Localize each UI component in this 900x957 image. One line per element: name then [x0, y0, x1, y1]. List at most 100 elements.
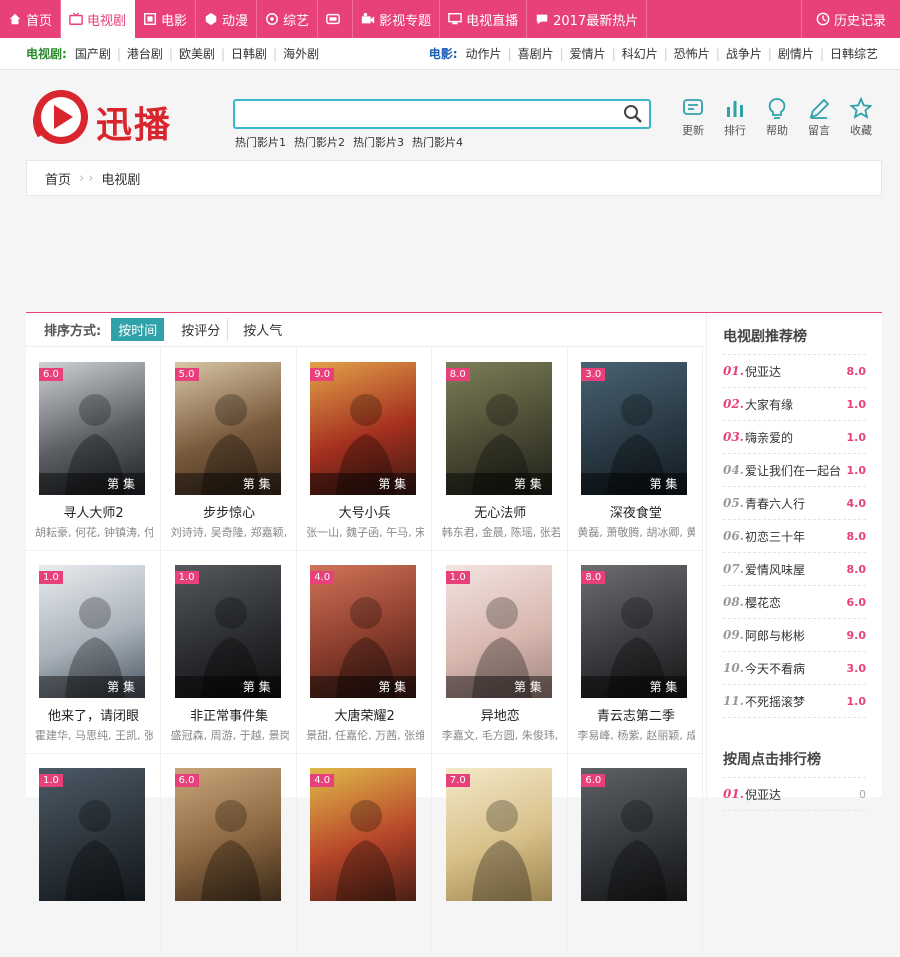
- tool-label: 收藏: [850, 124, 872, 137]
- sort-by-popularity[interactable]: 按人气: [236, 318, 289, 341]
- rank-score: 1.0: [846, 397, 867, 411]
- video-poster[interactable]: 9.0 第 集: [310, 362, 417, 495]
- ranking-item[interactable]: 09. 阿郎与彬彬 9.0: [723, 619, 866, 652]
- video-poster[interactable]: 5.0 第 集: [174, 362, 281, 495]
- tv-category-link[interactable]: 欧美剧: [179, 45, 215, 62]
- video-title[interactable]: 步步惊心: [162, 502, 297, 521]
- video-poster[interactable]: 1.0: [39, 768, 145, 901]
- site-logo[interactable]: 迅播: [30, 86, 200, 148]
- tv-category-link[interactable]: 国产剧: [75, 45, 111, 62]
- video-card[interactable]: 6.0: [161, 754, 297, 957]
- ranking-item[interactable]: 01. 倪亚达 8.0: [723, 355, 866, 388]
- tool-ranking-button[interactable]: 排行: [718, 97, 752, 138]
- video-poster[interactable]: 7.0: [445, 768, 552, 901]
- video-poster[interactable]: 8.0 第 集: [581, 565, 688, 698]
- tool-message-button[interactable]: 留言: [802, 97, 836, 138]
- nav-item-chat[interactable]: 2017最新热片: [527, 0, 648, 38]
- episode-label: 第 集: [39, 473, 145, 495]
- video-title[interactable]: 无心法师: [433, 502, 568, 521]
- ranking-item[interactable]: 10. 今天不看病 3.0: [723, 652, 866, 685]
- video-poster[interactable]: 4.0: [310, 768, 417, 901]
- video-title[interactable]: 大唐荣耀2: [297, 705, 432, 724]
- movie-category-link[interactable]: 动作片: [466, 45, 502, 62]
- tv-category-label: 电视剧:: [26, 47, 67, 61]
- ranking-item[interactable]: 02. 大家有缘 1.0: [723, 388, 866, 421]
- video-poster[interactable]: 1.0 第 集: [174, 565, 281, 698]
- video-card[interactable]: 5.0 第 集步步惊心 刘诗诗, 吴奇隆, 郑嘉颖,: [161, 348, 297, 551]
- hot-keyword-link[interactable]: 热门影片4: [412, 134, 463, 150]
- ranking-item[interactable]: 06. 初恋三十年 8.0: [723, 520, 866, 553]
- nav-item-hd[interactable]: [318, 0, 354, 38]
- nav-item-home[interactable]: 首页: [0, 0, 62, 38]
- video-title[interactable]: 青云志第二季: [568, 705, 703, 724]
- ranking-item[interactable]: 08. 樱花恋 6.0: [723, 586, 866, 619]
- tool-help-button[interactable]: 帮助: [760, 97, 794, 138]
- video-poster[interactable]: 1.0 第 集: [39, 565, 145, 698]
- movie-category-link[interactable]: 日韩综艺: [830, 45, 878, 62]
- video-poster[interactable]: 6.0: [174, 768, 281, 901]
- video-title[interactable]: 深夜食堂: [568, 502, 703, 521]
- ranking-item[interactable]: 01. 倪亚达 0: [723, 778, 866, 811]
- search-icon[interactable]: [623, 104, 643, 124]
- search-input[interactable]: [241, 104, 611, 124]
- movie-category-link[interactable]: 恐怖片: [674, 45, 710, 62]
- video-card[interactable]: 4.0 第 集大唐荣耀2 景甜, 任嘉伦, 万茜, 张维: [297, 551, 433, 754]
- hot-keyword-link[interactable]: 热门影片1: [235, 134, 286, 150]
- video-title[interactable]: 寻人大师2: [26, 502, 161, 521]
- ranking-item[interactable]: 03. 嗨亲爱的 1.0: [723, 421, 866, 454]
- clock-icon: [816, 12, 830, 26]
- video-title[interactable]: 异地恋: [433, 705, 568, 724]
- video-card[interactable]: 8.0 第 集青云志第二季 李易峰, 杨紫, 赵丽颖, 成: [568, 551, 704, 754]
- video-card[interactable]: 8.0 第 集无心法师 韩东君, 金晨, 陈瑶, 张若: [432, 348, 568, 551]
- rank-score: 8.0: [846, 529, 867, 543]
- video-poster[interactable]: 1.0 第 集: [445, 565, 552, 698]
- video-card[interactable]: 1.0: [26, 754, 161, 957]
- video-poster[interactable]: 4.0 第 集: [310, 565, 417, 698]
- nav-item-anime[interactable]: 动漫: [196, 0, 258, 38]
- ranking-item[interactable]: 05. 青春六人行 4.0: [723, 487, 866, 520]
- ranking-item[interactable]: 11. 不死摇滚梦 1.0: [723, 685, 866, 718]
- video-title[interactable]: 他来了，请闭眼: [26, 705, 161, 724]
- video-card[interactable]: 7.0: [432, 754, 568, 957]
- nav-item-camera[interactable]: 影视专题: [353, 0, 441, 38]
- video-poster[interactable]: 8.0 第 集: [445, 362, 552, 495]
- tv-category-link[interactable]: 日韩剧: [231, 45, 267, 62]
- breadcrumb-home[interactable]: 首页: [45, 169, 71, 188]
- tool-update-button[interactable]: 更新: [676, 97, 710, 138]
- ranking-item[interactable]: 07. 爱情风味屋 8.0: [723, 553, 866, 586]
- nav-item-variety[interactable]: 综艺: [257, 0, 319, 38]
- video-card[interactable]: 3.0 第 集深夜食堂 黄磊, 萧敬腾, 胡冰卿, 黄: [568, 348, 704, 551]
- ranking-item[interactable]: 04. 爱让我们在一起台 1.0: [723, 454, 866, 487]
- video-poster[interactable]: 6.0: [581, 768, 688, 901]
- video-title[interactable]: 非正常事件集: [162, 705, 297, 724]
- video-card[interactable]: 6.0: [568, 754, 704, 957]
- video-title[interactable]: 大号小兵: [297, 502, 432, 521]
- movie-category-link[interactable]: 战争片: [726, 45, 762, 62]
- sidebar-title: 电视剧推荐榜: [723, 313, 866, 355]
- video-card[interactable]: 1.0 第 集非正常事件集 盛冠森, 周游, 于越, 景岗: [161, 551, 297, 754]
- nav-item-monitor[interactable]: 电视直播: [440, 0, 528, 38]
- video-card[interactable]: 6.0 第 集寻人大师2 胡耘豪, 何花, 钟镇涛, 付: [26, 348, 161, 551]
- history-button[interactable]: 历史记录: [800, 0, 900, 38]
- video-card[interactable]: 1.0 第 集异地恋 李嘉文, 毛方圆, 朱俊玮,: [432, 551, 568, 754]
- movie-category-link[interactable]: 喜剧片: [518, 45, 554, 62]
- rating-badge: 7.0: [445, 774, 470, 787]
- video-poster[interactable]: 6.0 第 集: [39, 362, 145, 495]
- video-poster[interactable]: 3.0 第 集: [581, 362, 688, 495]
- episode-label: 第 集: [581, 676, 688, 698]
- video-card[interactable]: 4.0: [297, 754, 433, 957]
- movie-category-link[interactable]: 科幻片: [622, 45, 658, 62]
- movie-category-link[interactable]: 爱情片: [570, 45, 606, 62]
- tv-category-link[interactable]: 港台剧: [127, 45, 163, 62]
- movie-category-link[interactable]: 剧情片: [778, 45, 814, 62]
- hot-keyword-link[interactable]: 热门影片3: [353, 134, 404, 150]
- video-card[interactable]: 9.0 第 集大号小兵 张一山, 魏子函, 午马, 宋: [297, 348, 433, 551]
- nav-item-film[interactable]: 电影: [135, 0, 197, 38]
- tv-category-link[interactable]: 海外剧: [283, 45, 319, 62]
- tool-favorite-button[interactable]: 收藏: [844, 97, 878, 138]
- sort-by-time[interactable]: 按时间: [111, 318, 165, 341]
- sort-by-rating[interactable]: 按评分: [174, 318, 229, 341]
- hot-keyword-link[interactable]: 热门影片2: [294, 134, 345, 150]
- video-card[interactable]: 1.0 第 集他来了，请闭眼 霍建华, 马思纯, 王凯, 张: [26, 551, 161, 754]
- nav-item-tv[interactable]: 电视剧: [61, 0, 136, 38]
